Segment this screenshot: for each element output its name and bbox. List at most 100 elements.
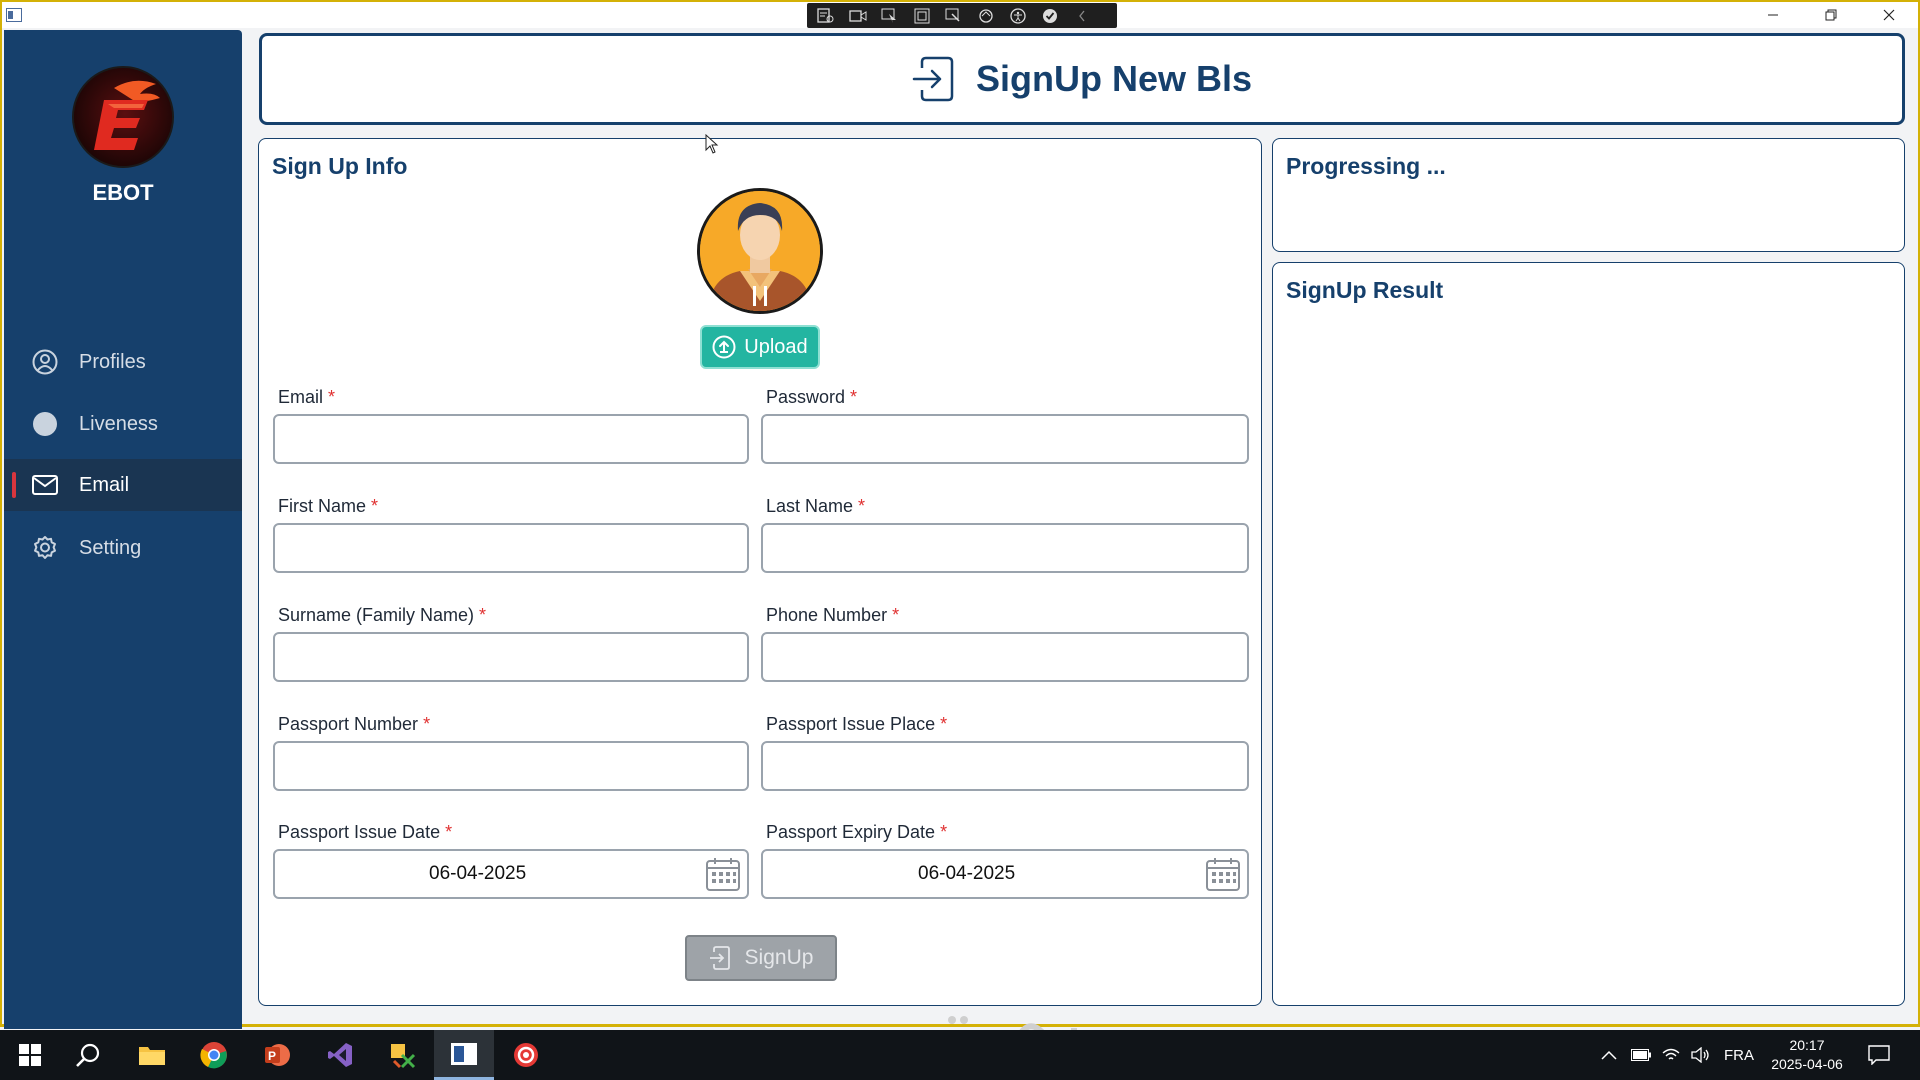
notification-icon [1868,1045,1890,1065]
app-window: EBOT Profiles Liveness Email Setting Sig… [0,0,1920,1029]
page-title: SignUp New Bls [975,58,1253,99]
track-focus-icon[interactable] [943,7,964,25]
progress-panel: Progressing ... [1272,138,1905,252]
wifi-icon [1662,1048,1680,1060]
live-visual-tree-icon[interactable] [815,7,836,25]
select-element-icon[interactable] [879,7,900,25]
surname-field[interactable] [273,632,749,682]
sidebar-item-label: Profiles [79,350,146,373]
notifications-button[interactable] [1868,1030,1890,1080]
passport-issue-date-label: Passport Issue Date * [278,822,453,842]
powerpoint-icon: P [265,1044,290,1066]
signup-result-panel: SignUp Result [1272,262,1905,1006]
windows-icon [19,1044,41,1066]
passport-number-field[interactable] [273,741,749,791]
input-language[interactable]: FRA [1724,1030,1754,1080]
sidebar-item-setting[interactable]: Setting [4,522,242,574]
powerpoint-button[interactable]: P [247,1030,307,1080]
upload-icon [712,335,736,359]
app-button[interactable] [372,1030,432,1080]
chrome-icon [200,1042,227,1069]
taskbar-clock[interactable]: 20:17 2025-04-06 [1762,1036,1852,1074]
signup-button[interactable]: SignUp [685,935,837,981]
restore-button[interactable] [1811,4,1851,26]
brand-name: EBOT [92,180,154,205]
sidebar-item-label: Setting [79,536,142,559]
sidebar-item-liveness[interactable]: Liveness [4,398,242,450]
close-button[interactable] [1869,4,1909,26]
accessibility-icon[interactable] [1007,7,1028,25]
panel-title: Sign Up Info [272,153,408,179]
window-app-icon [451,1042,477,1065]
sidebar-item-email[interactable]: Email [4,459,242,511]
user-circle-icon [31,348,59,376]
surname-label: Surname (Family Name) * [278,605,487,625]
calendar-icon[interactable] [1205,856,1241,892]
taskbar: P FRA 20:17 2025-04-06 [0,1030,1920,1080]
hot-reload-icon[interactable] [975,7,996,25]
gear-icon [31,534,59,562]
search-icon [76,1043,100,1067]
date-value: 06-04-2025 [429,863,527,884]
circle-icon [31,410,59,438]
passport-issue-date-picker[interactable]: 06-04-2025 [273,849,749,899]
sidebar: EBOT Profiles Liveness Email Setting [4,30,242,1029]
search-button[interactable] [58,1030,118,1080]
clock-date: 2025-04-06 [1771,1056,1843,1072]
collapse-toolbar-icon[interactable] [1071,7,1092,25]
record-app-icon [514,1043,538,1067]
visual-studio-icon [328,1043,352,1067]
date-value: 06-04-2025 [918,863,1016,884]
sign-in-icon [709,946,730,970]
check-icon[interactable] [1039,7,1060,25]
passport-expiry-date-picker[interactable]: 06-04-2025 [761,849,1249,899]
volume-indicator[interactable] [1691,1030,1711,1080]
last-name-field[interactable] [761,523,1249,573]
panel-title: Progressing ... [1286,153,1446,179]
password-label: Password * [766,387,858,407]
minimize-button[interactable] [1753,4,1793,26]
title-bar [2,2,1918,28]
tools-icon [391,1044,416,1069]
close-icon [1883,9,1895,21]
speaker-icon [1691,1047,1709,1063]
app-icon [6,8,22,22]
start-button[interactable] [0,1030,60,1080]
chrome-button[interactable] [184,1030,244,1080]
first-name-field[interactable] [273,523,749,573]
page-header: SignUp New Bls [259,33,1905,125]
mail-icon [31,471,59,499]
record-icon[interactable] [847,7,868,25]
calendar-icon[interactable] [705,856,741,892]
layout-adorners-icon[interactable] [911,7,932,25]
password-field[interactable] [761,414,1249,464]
visual-studio-button[interactable] [310,1030,370,1080]
battery-indicator[interactable] [1631,1030,1651,1080]
file-explorer-button[interactable] [122,1030,182,1080]
recorder-button[interactable] [496,1030,556,1080]
phone-field[interactable] [761,632,1249,682]
signup-label: SignUp [744,946,814,969]
sidebar-item-profiles[interactable]: Profiles [4,336,242,388]
restore-icon [1825,9,1837,21]
mouse-cursor-icon [705,134,719,154]
avatar[interactable] [697,188,823,314]
signup-info-panel: Sign Up Info Upload Email * Password * F… [258,138,1262,1006]
last-name-label: Last Name * [766,496,866,516]
sign-in-icon [912,56,954,102]
network-indicator[interactable] [1662,1030,1680,1080]
show-hidden-icons[interactable] [1601,1030,1617,1080]
phone-label: Phone Number * [766,605,900,625]
ebot-app-button[interactable] [434,1030,494,1080]
passport-issue-place-label: Passport Issue Place * [766,714,948,734]
upload-label: Upload [744,335,808,358]
passport-number-label: Passport Number * [278,714,431,734]
first-name-label: First Name * [278,496,379,516]
minimize-icon [1768,14,1778,16]
passport-issue-place-field[interactable] [761,741,1249,791]
brand-logo [72,66,174,168]
upload-button[interactable]: Upload [700,325,820,369]
email-field[interactable] [273,414,749,464]
sidebar-item-label: Email [79,473,130,496]
folder-icon [139,1047,165,1065]
